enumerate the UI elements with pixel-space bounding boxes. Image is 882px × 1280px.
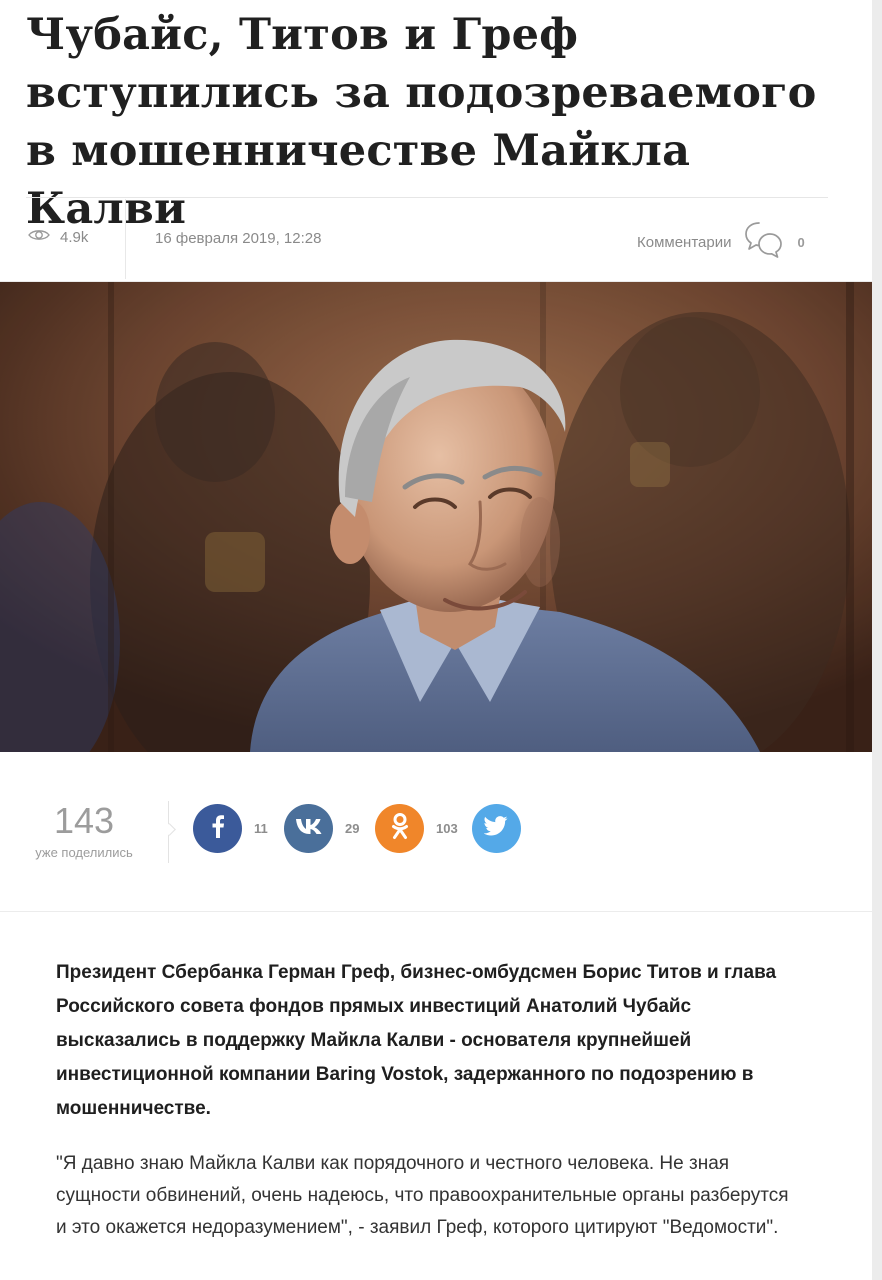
- share-total-caption: уже поделились: [35, 845, 133, 860]
- vk-icon[interactable]: [295, 817, 323, 840]
- odnoklassniki-icon[interactable]: [390, 812, 410, 845]
- facebook-icon[interactable]: [211, 814, 225, 843]
- article-photo: [0, 282, 872, 752]
- odnoklassniki-share-button[interactable]: [375, 804, 424, 853]
- share-buttons: 11 29 103: [193, 804, 521, 853]
- speech-bubbles-icon[interactable]: [745, 220, 783, 264]
- meta-vertical-divider: [125, 199, 126, 279]
- twitter-share-button[interactable]: [471, 804, 521, 853]
- vk-share-button[interactable]: [284, 804, 333, 853]
- article-quote-paragraph: "Я давно знаю Майкла Калви как порядочно…: [56, 1153, 789, 1238]
- facebook-share-count: 11: [254, 821, 268, 836]
- share-total: 143 уже поделились: [28, 800, 140, 861]
- article-body: Президент Сбербанка Герман Греф, бизнес-…: [0, 912, 872, 1280]
- twitter-icon[interactable]: [483, 816, 508, 841]
- article-photo-illustration: [0, 282, 872, 752]
- share-total-count: 143: [53, 800, 115, 841]
- eye-icon: [28, 228, 50, 246]
- publish-date: 16 февраля 2019, 12:28: [155, 230, 322, 247]
- vk-share-count: 29: [345, 821, 360, 836]
- odnoklassniki-share-count: 103: [436, 821, 458, 836]
- comments-link[interactable]: Комментарии 0: [637, 220, 805, 264]
- views-counter: 4.9k: [28, 228, 88, 246]
- page-right-edge: [872, 0, 882, 1280]
- article-lead: Президент Сбербанка Герман Греф, бизнес-…: [56, 962, 777, 1119]
- share-panel: 143 уже поделились 11 29 103: [0, 753, 872, 912]
- comments-count[interactable]: 0: [797, 235, 804, 250]
- article-title: Чубайс, Титов и Греф вступились за подоз…: [26, 10, 817, 234]
- facebook-share-button[interactable]: [193, 804, 242, 853]
- views-count: 4.9k: [60, 228, 89, 246]
- comments-label[interactable]: Комментарии: [637, 234, 731, 251]
- meta-divider-top: [26, 197, 828, 198]
- article-page: Чубайс, Титов и Греф вступились за подоз…: [0, 0, 872, 1280]
- share-divider-notch: [163, 823, 176, 836]
